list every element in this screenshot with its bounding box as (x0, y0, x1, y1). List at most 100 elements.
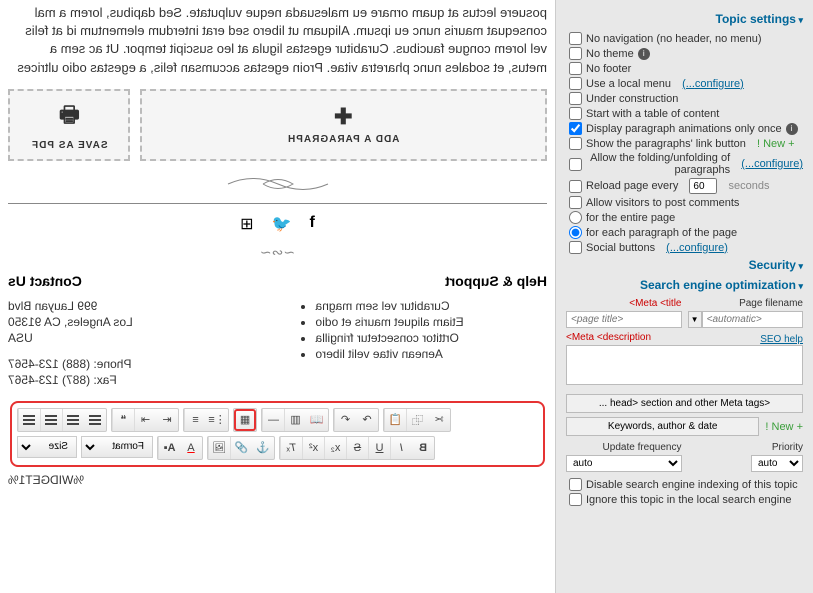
section-topic-settings[interactable]: Topic settings (566, 12, 803, 26)
opt-allow-comments[interactable] (569, 196, 582, 209)
redo-button[interactable]: ↷ (356, 409, 378, 431)
opt-reload[interactable] (569, 180, 582, 193)
list-item[interactable]: Orttitor consectetur fringilla (316, 331, 548, 345)
align-center-button[interactable] (40, 409, 62, 431)
meta-desc-label: Meta <description> (566, 332, 651, 343)
info-icon[interactable]: i (638, 48, 650, 60)
contact-fax: Fax: (887) 123-4567 (8, 373, 258, 387)
meta-desc-input[interactable] (566, 345, 803, 385)
help-column: Help & Support Curabitur vel sem magna E… (298, 273, 548, 389)
opt-ignore-local[interactable] (569, 493, 582, 506)
align-justify-button[interactable] (84, 409, 106, 431)
new-tag: + New ! (757, 138, 795, 150)
align-left-button[interactable] (18, 409, 40, 431)
opt-start-toc[interactable] (569, 107, 582, 120)
opt-ignore-local-label: Ignore this topic in the local search en… (586, 494, 791, 506)
anchor-button[interactable]: ⚓ (252, 437, 274, 459)
contact-addr3: USA (8, 331, 258, 345)
filename-dropdown-button[interactable]: ▼ (688, 311, 702, 328)
add-paragraph-label: ADD A PARAGRAPH (287, 134, 399, 145)
page-filename-input[interactable] (702, 311, 803, 328)
configure-social-link[interactable]: (configure...) (666, 242, 728, 254)
opt-comments-entire[interactable] (569, 211, 582, 224)
book-button[interactable]: 📖 (306, 409, 328, 431)
ordered-list-button[interactable]: ≡ (184, 409, 206, 431)
format-select[interactable]: Format (81, 436, 153, 458)
hr-button[interactable]: — (262, 409, 284, 431)
main-content: posuere lectus at quam ornare eu malesua… (0, 0, 555, 593)
twitter-icon[interactable]: 🐦 (272, 214, 292, 234)
unordered-list-button[interactable]: ⋮≡ (206, 409, 228, 431)
meta-title-input[interactable] (566, 311, 682, 328)
update-freq-select[interactable]: auto (566, 455, 682, 472)
align-right-button[interactable] (62, 409, 84, 431)
opt-display-anim[interactable] (569, 122, 582, 135)
plus-icon: ✚ (334, 104, 352, 130)
opt-local-menu[interactable] (569, 77, 582, 90)
opt-under-construction[interactable] (569, 92, 582, 105)
list-item[interactable]: Curabitur vel sem magna (316, 299, 548, 313)
opt-show-link-btn[interactable] (569, 137, 582, 150)
seo-help-link[interactable]: SEO help (760, 334, 803, 345)
copy-button[interactable]: ⿻ (406, 409, 428, 431)
opt-disable-index[interactable] (569, 478, 582, 491)
save-pdf-button[interactable]: 🖶 SAVE AS PDF (8, 89, 130, 161)
size-select[interactable]: Size (17, 436, 77, 458)
image-button[interactable]: 🖼 (208, 437, 230, 459)
opt-no-theme[interactable] (569, 47, 582, 60)
add-paragraph-button[interactable]: ✚ ADD A PARAGRAPH (140, 89, 547, 161)
mini-flourish: ∽∾∽ (8, 244, 547, 261)
page-filename-label: Page filename (688, 298, 804, 309)
settings-sidebar: Topic settings No navigation (no header,… (555, 0, 813, 593)
opt-local-menu-label: Use a local menu (586, 78, 671, 90)
paste-button[interactable]: 📋 (384, 409, 406, 431)
opt-no-nav[interactable] (569, 32, 582, 45)
superscript-button[interactable]: x² (302, 437, 324, 459)
table-button[interactable]: ▥ (284, 409, 306, 431)
seconds-label: seconds (728, 180, 769, 192)
subscript-button[interactable]: x₂ (324, 437, 346, 459)
help-title: Help & Support (298, 273, 548, 289)
configure-folding-link[interactable]: (configure...) (741, 158, 803, 170)
info-icon[interactable]: i (786, 123, 798, 135)
cut-button[interactable]: ✂ (428, 409, 450, 431)
list-item[interactable]: Aenean vitae velit libero (316, 347, 548, 361)
head-section-button[interactable]: <head> section and other Meta tags ... (566, 394, 803, 413)
reload-interval-input[interactable] (689, 178, 717, 194)
contact-addr1: 999 Lauyan Blvd (8, 299, 258, 313)
divider-line (8, 203, 547, 204)
opt-allow-folding[interactable] (569, 158, 582, 171)
outdent-button[interactable]: ⇤ (156, 409, 178, 431)
priority-select[interactable]: auto (751, 455, 803, 472)
widget-button[interactable]: ▦ (234, 409, 256, 431)
opt-display-anim-label: Display paragraph animations only once (586, 123, 782, 135)
facebook-icon[interactable]: f (310, 214, 315, 234)
keywords-button[interactable]: Keywords, author & date (566, 417, 759, 436)
strike-button[interactable]: S (346, 437, 368, 459)
bold-button[interactable]: B (412, 437, 434, 459)
opt-comments-each[interactable] (569, 226, 582, 239)
underline-button[interactable]: U (368, 437, 390, 459)
italic-button[interactable]: I (390, 437, 412, 459)
update-freq-label: Update frequency (566, 442, 682, 453)
opt-no-footer[interactable] (569, 62, 582, 75)
opt-no-theme-label: No theme (586, 48, 634, 60)
undo-button[interactable]: ↶ (334, 409, 356, 431)
quote-button[interactable]: ❝ (112, 409, 134, 431)
opt-social[interactable] (569, 241, 582, 254)
bgcolor-button[interactable]: A▪ (158, 437, 180, 459)
textcolor-button[interactable]: A (180, 437, 202, 459)
list-item[interactable]: Etiam aliquet mauris et odio (316, 315, 548, 329)
section-seo[interactable]: Search engine optimization (566, 278, 803, 292)
remove-format-button[interactable]: Tₓ (280, 437, 302, 459)
opt-show-link-btn-label: Show the paragraphs' link button (586, 138, 746, 150)
link-button[interactable]: 🔗 (230, 437, 252, 459)
save-pdf-label: SAVE AS PDF (31, 140, 108, 151)
section-security[interactable]: Security (566, 258, 803, 272)
configure-local-menu-link[interactable]: (configure...) (682, 78, 744, 90)
windows-icon[interactable]: ⊞ (240, 214, 253, 234)
contact-phone: Phone: (888) 123-4567 (8, 357, 258, 371)
indent-button[interactable]: ⇥ (134, 409, 156, 431)
priority-label: Priority (688, 442, 804, 453)
opt-each-para-label: for each paragraph of the page (586, 227, 737, 239)
